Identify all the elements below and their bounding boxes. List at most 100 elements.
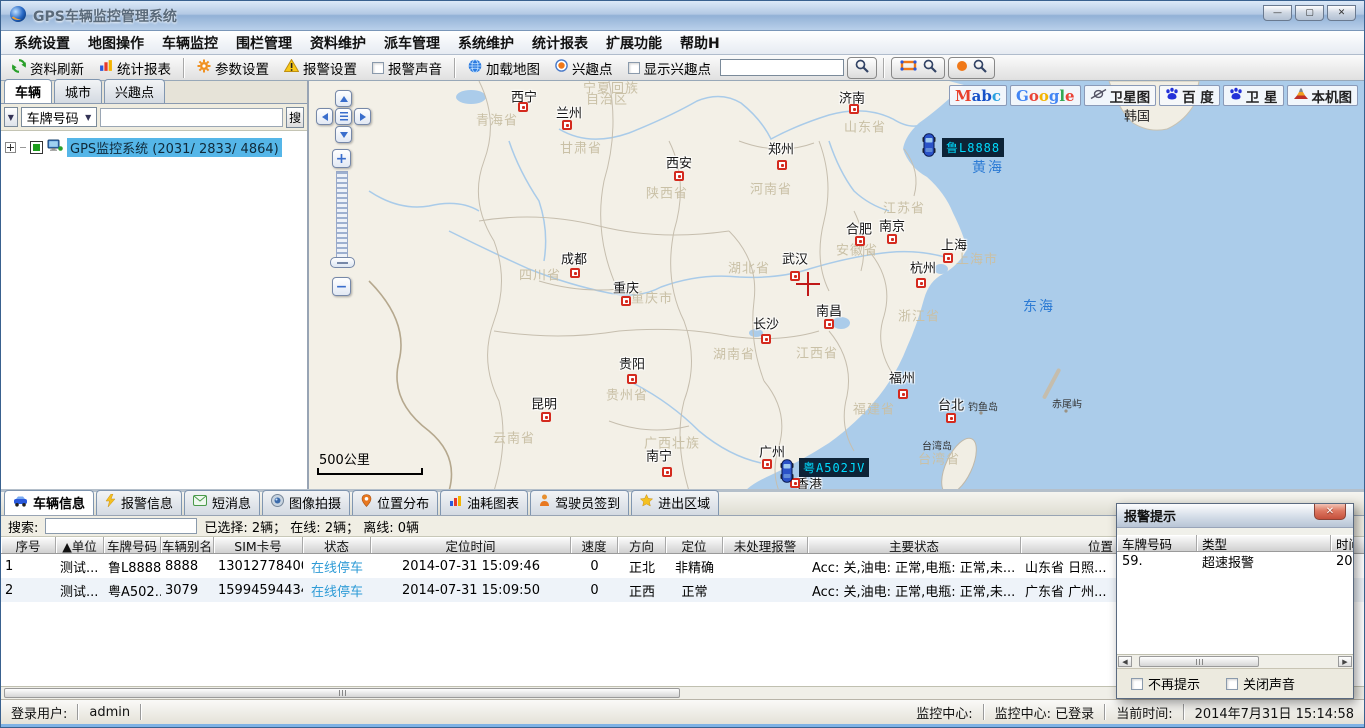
minimize-button[interactable]: —: [1263, 5, 1292, 21]
toolbar-search-input[interactable]: [720, 59, 844, 76]
provider-local-map-button[interactable]: 本机图: [1287, 85, 1359, 106]
bottom-tab-进出区域[interactable]: 进出区域: [631, 490, 719, 515]
menu-item-6[interactable]: 系统维护: [449, 31, 523, 55]
column-header-SIM卡号[interactable]: SIM卡号: [214, 537, 303, 553]
expand-icon[interactable]: [5, 142, 16, 153]
hscrollbar-thumb[interactable]: [4, 688, 680, 698]
bottom-tab-油耗图表[interactable]: 油耗图表: [440, 490, 528, 515]
column-header-定位时间[interactable]: 定位时间: [371, 537, 571, 553]
rect-search-button[interactable]: [891, 57, 945, 79]
left-tab-城市[interactable]: 城市: [54, 79, 102, 103]
scroll-right-arrow[interactable]: ▶: [1338, 656, 1352, 667]
show-poi-checkbox[interactable]: [628, 62, 640, 74]
load-map-button[interactable]: 加载地图: [462, 57, 546, 79]
selection-summary: 已选择: 2辆； 在线: 2辆； 离线: 0辆: [204, 517, 419, 536]
vehicle-label-鲁L8888[interactable]: 鲁L8888: [942, 138, 1004, 157]
poi-search-button[interactable]: [948, 57, 995, 79]
column-header-状态[interactable]: 状态: [303, 537, 371, 553]
bottom-search-input[interactable]: [45, 518, 197, 534]
menu-item-8[interactable]: 扩展功能: [597, 31, 671, 55]
alarm-column-header-车牌号码[interactable]: 车牌号码: [1117, 535, 1197, 551]
scroll-left-arrow[interactable]: ◀: [1118, 656, 1132, 667]
alarm-sound-toggle[interactable]: 报警声音: [366, 57, 448, 79]
filter-mini-dropdown[interactable]: ▼: [4, 107, 18, 127]
zoom-in-button[interactable]: +: [332, 149, 351, 168]
column-header-车牌号码[interactable]: 车牌号码: [104, 537, 161, 553]
provider-baidu-button[interactable]: 百 度: [1159, 85, 1220, 106]
map-panel[interactable]: 青海省甘肃省宁夏回族自治区山东省陕西省河南省江苏省安徽省湖北省四川省重庆市上海市…: [309, 81, 1364, 489]
zoom-slider-handle[interactable]: [330, 257, 355, 268]
bottom-tab-位置分布[interactable]: 位置分布: [352, 490, 438, 515]
search-button[interactable]: [847, 57, 877, 79]
zoom-slider-track[interactable]: [336, 171, 348, 259]
column-header-速度[interactable]: 速度: [571, 537, 618, 553]
mute-toggle[interactable]: 关闭声音: [1226, 674, 1295, 693]
provider-baidu-satellite-button[interactable]: 卫 星: [1223, 85, 1284, 106]
map-city-marker: [518, 102, 528, 112]
zoom-out-button[interactable]: −: [332, 277, 351, 296]
tree-root-node[interactable]: GPS监控系统 (2031/ 2833/ 4864): [5, 138, 303, 157]
bottom-tab-车辆信息[interactable]: 车辆信息: [4, 490, 94, 515]
provider-google-button[interactable]: Google: [1010, 85, 1081, 106]
menu-item-2[interactable]: 车辆监控: [153, 31, 227, 55]
pan-down-button[interactable]: [335, 126, 352, 143]
poi-button[interactable]: 兴趣点: [549, 57, 619, 79]
map-city-marker: [946, 413, 956, 423]
column-header-序号[interactable]: 序号: [1, 537, 56, 553]
provider-mapabc-button[interactable]: Mabc: [949, 85, 1007, 106]
mute-checkbox[interactable]: [1226, 678, 1238, 690]
window-title: GPS车辆监控管理系统: [33, 6, 177, 26]
report-button[interactable]: 统计报表: [93, 57, 177, 79]
vehicle-marker-鲁L8888[interactable]: [922, 133, 936, 161]
tree-search-button[interactable]: 搜: [286, 107, 304, 128]
cell: 0: [571, 559, 618, 574]
alarm-column-header-类型[interactable]: 类型: [1197, 535, 1331, 551]
pan-left-button[interactable]: [316, 108, 333, 125]
pan-up-button[interactable]: [335, 90, 352, 107]
column-header-未处理报警[interactable]: 未处理报警: [723, 537, 808, 553]
refresh-button[interactable]: 资料刷新: [6, 57, 90, 79]
search-icon: [973, 59, 987, 77]
menu-item-9[interactable]: 帮助H: [671, 31, 729, 55]
menu-item-5[interactable]: 派车管理: [375, 31, 449, 55]
menu-item-4[interactable]: 资料维护: [301, 31, 375, 55]
alarm-hscrollbar[interactable]: ◀ ▶: [1117, 654, 1353, 668]
search-icon: [923, 59, 937, 77]
menu-item-0[interactable]: 系统设置: [5, 31, 79, 55]
left-tab-兴趣点[interactable]: 兴趣点: [104, 79, 165, 103]
vehicle-label-粤A502JV[interactable]: 粤A502JV: [799, 458, 869, 477]
bottom-tab-报警信息[interactable]: 报警信息: [96, 490, 182, 515]
maximize-button[interactable]: ▢: [1295, 5, 1324, 21]
column-header-主要状态[interactable]: 主要状态: [808, 537, 1021, 553]
alarm-column-header-时间[interactable]: 时间: [1331, 535, 1353, 551]
no-prompt-checkbox[interactable]: [1131, 678, 1143, 690]
bottom-tab-驾驶员签到[interactable]: 驾驶员签到: [530, 490, 629, 515]
left-tab-车辆[interactable]: 车辆: [4, 79, 52, 103]
column-header-▲单位[interactable]: ▲单位: [56, 537, 104, 553]
column-header-方向[interactable]: 方向: [618, 537, 666, 553]
provider-satellite-map-button[interactable]: 卫星图: [1084, 85, 1157, 106]
menu-item-1[interactable]: 地图操作: [79, 31, 153, 55]
alarm-popup-close-button[interactable]: ✕: [1314, 504, 1346, 520]
column-header-定位[interactable]: 定位: [666, 537, 723, 553]
tree-root-checkbox[interactable]: [30, 141, 43, 154]
show-poi-toggle[interactable]: 显示兴趣点: [622, 57, 718, 79]
menu-item-3[interactable]: 围栏管理: [227, 31, 301, 55]
alarm-sound-checkbox[interactable]: [372, 62, 384, 74]
alarm-hscrollbar-thumb[interactable]: [1139, 656, 1259, 667]
bottom-tab-图像拍摄[interactable]: 图像拍摄: [262, 490, 350, 515]
pan-center-button[interactable]: [335, 108, 352, 125]
bottom-tab-短消息[interactable]: 短消息: [184, 490, 260, 515]
params-button[interactable]: 参数设置: [191, 57, 275, 79]
column-header-车辆别名[interactable]: 车辆别名: [161, 537, 214, 553]
vehicle-marker-粤A502JV[interactable]: [780, 459, 794, 487]
tree-search-input[interactable]: [100, 108, 283, 127]
no-prompt-toggle[interactable]: 不再提示: [1131, 674, 1200, 693]
filter-field-dropdown[interactable]: 车牌号码 ▼: [21, 107, 98, 127]
alarm-row-1[interactable]: 59.超速报警20: [1117, 552, 1353, 571]
pan-right-button[interactable]: [354, 108, 371, 125]
close-button[interactable]: ✕: [1327, 5, 1356, 21]
alarm-settings-button[interactable]: 报警设置: [278, 57, 363, 79]
cell: 正北: [618, 557, 666, 576]
menu-item-7[interactable]: 统计报表: [523, 31, 597, 55]
